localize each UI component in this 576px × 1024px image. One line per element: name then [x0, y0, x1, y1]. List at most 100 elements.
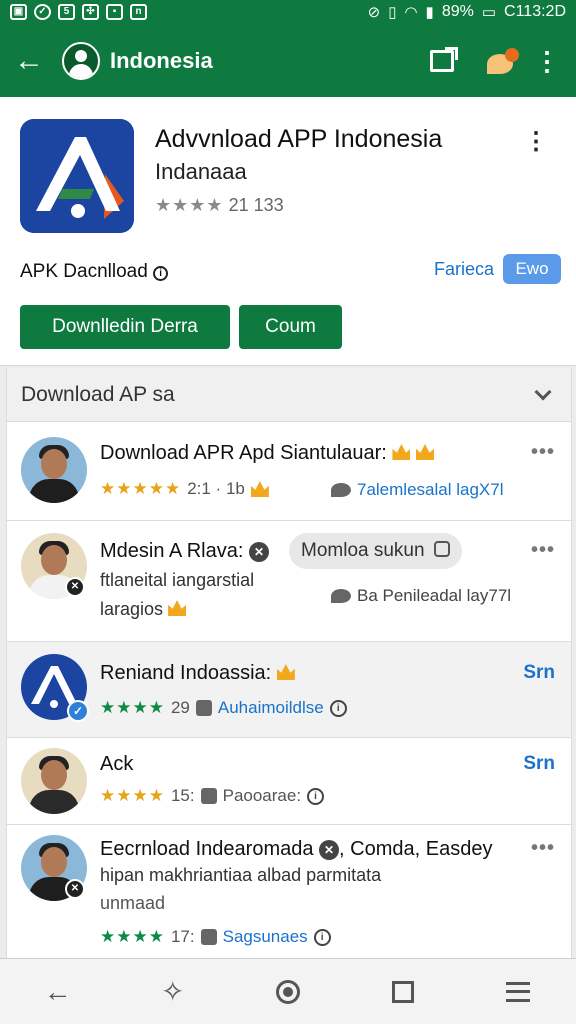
- share-icon: [331, 483, 351, 497]
- item-title: Download APR Apd Siantulauar:: [100, 442, 434, 465]
- chevron-down-icon[interactable]: [534, 383, 552, 400]
- nav-back-icon[interactable]: ←: [28, 967, 88, 1017]
- item-description-2-text: laragios: [100, 599, 164, 619]
- status-chip[interactable]: Momloa sukun: [289, 533, 462, 569]
- crown-icon: [250, 481, 269, 497]
- item-description: ftlaneital iangarstial: [100, 570, 255, 590]
- item-share-text: Ba Penileadal lay77l: [357, 586, 512, 605]
- more-horiz-icon[interactable]: •••: [531, 539, 555, 562]
- item-description-2: laragios: [100, 599, 187, 620]
- app-more-icon[interactable]: ⋮: [524, 127, 548, 156]
- section-header[interactable]: Download AP sa: [7, 368, 571, 422]
- crown-icon: [392, 444, 411, 460]
- notification-icon-1: ▣: [10, 4, 27, 20]
- download-button[interactable]: Downlledin Derra: [20, 305, 230, 349]
- item-meta-text-2: Paooarae:: [222, 786, 302, 805]
- screen-cast-button[interactable]: [412, 46, 472, 72]
- rating-stars: ★★★★: [100, 927, 165, 946]
- item-title-text: Reniand Indoassia:: [100, 662, 272, 684]
- nav-recents-icon: [392, 980, 415, 1003]
- list-item[interactable]: ✕ Mdesin A Rlava: ✕ Momloa sukun ftlanei…: [7, 521, 571, 642]
- item-action-button[interactable]: Srn: [523, 662, 555, 684]
- favorite-badge[interactable]: Ewo: [503, 254, 561, 284]
- item-meta: ★★★★ 17: Sagsunaes i: [100, 927, 331, 947]
- item-meta: ★★★★ 15: Paooarae: i: [100, 786, 325, 806]
- info-icon[interactable]: i: [307, 787, 325, 805]
- item-meta: ★★★★★ 2:1 · 1b: [100, 479, 269, 499]
- notification-button[interactable]: [472, 47, 532, 74]
- back-arrow-icon[interactable]: ←: [14, 45, 54, 76]
- app-card: Advvnload APP Indonesia Indanaaa ★★★★ 21…: [0, 97, 576, 366]
- avatar: [21, 748, 87, 814]
- info-icon[interactable]: i: [153, 266, 169, 281]
- nav-assist-icon[interactable]: ✧: [143, 967, 203, 1017]
- item-share[interactable]: 7alemlesalal lagX7l: [331, 480, 503, 500]
- status-bar: ▣ ✓ 5 ✣ ▪ n ⊘ ▯ ◠ ▮ 89% ▭ C113:2D: [0, 0, 576, 24]
- rating-text: 21 133: [228, 195, 284, 215]
- user-icon[interactable]: [62, 41, 100, 80]
- vibrate-icon: ▯: [388, 4, 397, 21]
- close-circle-icon[interactable]: ✕: [248, 542, 269, 562]
- notification-icon-3: 5: [58, 4, 75, 20]
- mute-icon: ⊘: [367, 4, 381, 21]
- nav-menu-button[interactable]: [488, 967, 548, 1017]
- favorite-link[interactable]: Farieca: [434, 259, 494, 280]
- more-horiz-icon[interactable]: •••: [531, 441, 555, 464]
- battery-icon: ▭: [481, 4, 497, 21]
- crown-icon: [168, 600, 187, 616]
- secondary-button[interactable]: Coum: [239, 305, 342, 349]
- list-item[interactable]: Ack ★★★★ 15: Paooarae: i Srn: [7, 738, 571, 825]
- wifi-icon: ◠: [404, 4, 418, 21]
- item-title: Mdesin A Rlava: ✕: [100, 540, 269, 563]
- nav-recents-button[interactable]: [373, 967, 433, 1017]
- item-title: Reniand Indoassia:: [100, 662, 295, 685]
- app-logo: [20, 119, 134, 233]
- more-horiz-icon[interactable]: •••: [531, 837, 555, 860]
- more-vert-icon[interactable]: ⋮: [532, 48, 562, 74]
- list-item[interactable]: ✕ Eecrnload Indearomada ✕, Comda, Easdey…: [7, 825, 571, 958]
- item-title-text: Download APR Apd Siantulauar:: [100, 442, 387, 464]
- signal-icon: ▮: [425, 4, 434, 21]
- nav-menu-icon: [506, 981, 531, 1002]
- rating-stars: ★★★★: [100, 786, 165, 805]
- crown-icon: [276, 664, 295, 680]
- notification-icon-2: ✓: [34, 4, 51, 20]
- check-icon: ✓: [67, 700, 89, 722]
- list-item[interactable]: Download APR Apd Siantulauar: ★★★★★ 2:1 …: [7, 423, 571, 521]
- lock-icon: [433, 541, 450, 557]
- item-action-button[interactable]: Srn: [523, 753, 555, 775]
- item-share[interactable]: Ba Penileadal lay77l: [331, 586, 511, 606]
- section-title: Download AP sa: [21, 382, 175, 406]
- apk-label: APK Dacnlload i: [20, 261, 169, 283]
- item-link[interactable]: Auhaimoildlse: [218, 698, 324, 718]
- top-toolbar: ← Indonesia ⋮: [0, 24, 576, 97]
- apk-label-text: APK Dacnlload: [20, 261, 148, 282]
- item-title: Eecrnload Indearomada ✕, Comda, Easdey: [100, 838, 492, 861]
- notification-icon-6: n: [130, 4, 147, 20]
- close-circle-icon[interactable]: ✕: [319, 840, 340, 860]
- rating-stars: ★★★★★: [100, 479, 182, 498]
- system-nav-bar: ← ✧: [0, 958, 576, 1024]
- rating-stars: ★★★★: [100, 698, 165, 717]
- info-icon[interactable]: i: [313, 928, 331, 946]
- list-item[interactable]: ✓ Reniand Indoassia: ★★★★ 29 Auhaimoildl…: [7, 642, 571, 738]
- item-meta-text: 2:1 · 1b: [187, 479, 245, 498]
- chip-label: Momloa sukun: [301, 540, 425, 561]
- battery-percent: 89%: [441, 3, 474, 20]
- rating-stars: ★★★★: [155, 195, 224, 215]
- nav-home-button[interactable]: [258, 967, 318, 1017]
- status-notification-icons: ▣ ✓ 5 ✣ ▪ n: [10, 4, 147, 20]
- share-icon: [331, 589, 351, 603]
- info-icon[interactable]: i: [329, 699, 347, 717]
- item-meta-text: 29: [170, 698, 190, 717]
- notification-icon-5: ▪: [106, 4, 123, 20]
- puzzle-icon: [200, 788, 217, 804]
- item-meta-text: 17:: [170, 927, 195, 946]
- close-badge-icon: ✕: [65, 879, 85, 899]
- item-meta-text: 15:: [170, 786, 195, 805]
- toolbar-title: Indonesia: [110, 47, 213, 73]
- item-description: hipan makhriantiaa albad parmitata: [100, 865, 382, 885]
- puzzle-icon: [200, 929, 217, 945]
- puzzle-icon: [195, 700, 212, 716]
- item-link[interactable]: Sagsunaes: [223, 927, 308, 947]
